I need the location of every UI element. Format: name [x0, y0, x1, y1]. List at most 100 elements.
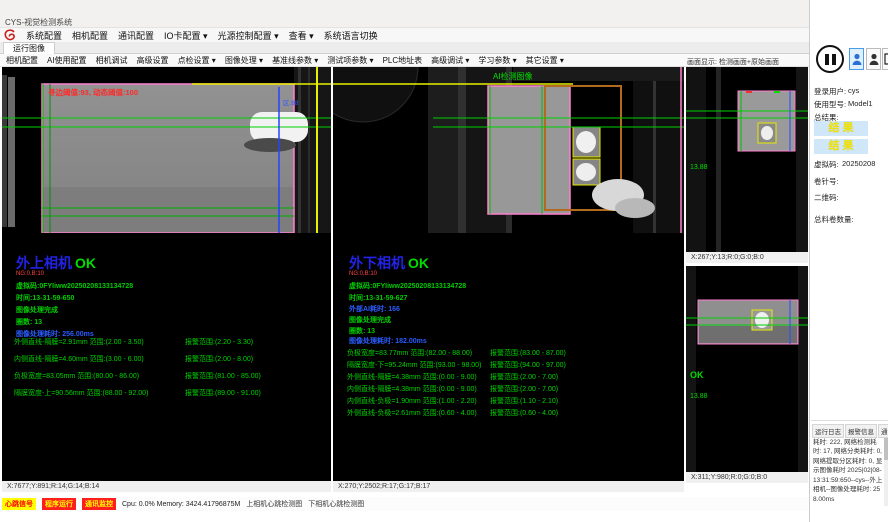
menu-item-io-config[interactable]: IO卡配置 ▾	[164, 29, 208, 42]
ng-info: NG:0,B:10	[16, 271, 44, 277]
barcode-line: 虚拟码:0FYIiww20250208133134728	[349, 281, 466, 291]
result-ok-badge: OK	[408, 255, 429, 271]
pause-icon	[825, 54, 829, 65]
user-manage-button[interactable]	[866, 48, 881, 70]
count-line: 圈数: 13	[349, 326, 375, 336]
model-label: 使用型号:	[814, 99, 846, 110]
tool-camera-debug[interactable]: 相机调试	[96, 55, 128, 66]
pixel-coords-bottom-right: X:311;Y:980;R:0;G:0;B:0	[686, 472, 808, 483]
log-tab-run[interactable]: 运行日志	[812, 424, 844, 438]
qr-code-label: 二维码:	[814, 192, 839, 203]
count-line: 圈数: 13	[16, 317, 42, 327]
measurement-row: 隔膜宽度-上=90.56mm 范围:(88.00 - 92.00)报警范围:(8…	[14, 388, 331, 398]
pixel-coords-middle: X:270;Y:2502;R:17;G:17;B:17	[333, 481, 684, 492]
log-tab-comm[interactable]: 通讯信息	[878, 424, 888, 438]
window-title: CYS-视觉检测系统	[5, 17, 72, 28]
result-box: 结 果	[814, 139, 868, 154]
log-output: 耗时: 222, 网络检测耗时: 17, 网络分类耗时: 0, 网络提取分区耗时…	[813, 438, 883, 504]
user-login-button[interactable]	[849, 48, 864, 70]
lower-camera-heartbeat-link[interactable]: 下相机心跳检测图	[308, 499, 364, 509]
title-bar: CYS-视觉检测系统	[0, 0, 888, 28]
status-line: 图像处理完成	[16, 305, 58, 315]
result-box: 结 果	[814, 121, 868, 136]
right-column-header: 画面显示: 检测画面+原始画面	[687, 57, 779, 67]
total-roll-count-label: 总料卷数量:	[814, 214, 854, 225]
measurement-row: 外侧直线-隔膜=4.38mm 范围:(0.00 - 9.00)报警范围:(2.0…	[347, 372, 667, 382]
proc-time-line: 图像处理耗时: 182.00ms	[349, 336, 427, 346]
camera-view-top-right[interactable]: 13.88 X:267;Y:13;R:0;G:0;B:0	[686, 67, 808, 263]
measure-label: 13.88	[690, 393, 708, 400]
tool-baseline-params[interactable]: 基准线参数 ▾	[272, 55, 318, 66]
login-user-value: cys	[848, 86, 859, 95]
tool-advanced-settings[interactable]: 高级设置	[137, 55, 169, 66]
ai-image-overlay-text: AI检测图像	[493, 71, 533, 81]
menu-item-light-config[interactable]: 光源控制配置 ▾	[218, 29, 279, 42]
measurement-row: 外侧直线-隔膜=2.91mm 范围:(2.00 - 3.50)报警范围:(2.2…	[14, 337, 331, 347]
camera-left-title: 外上相机OK	[16, 253, 96, 273]
menu-item-view[interactable]: 查看 ▾	[289, 29, 314, 42]
menu-item-comm-config[interactable]: 通讯配置	[118, 29, 154, 42]
ng-info: NG:0,B:10	[349, 271, 377, 277]
pixel-coords-left: X:7677;Y:891;R:14;G:14;B:14	[2, 481, 331, 492]
log-tab-alarm[interactable]: 报警信息	[845, 424, 877, 438]
user-icon	[852, 53, 862, 66]
panel-divider	[811, 420, 888, 421]
tool-learning-params[interactable]: 学习参数 ▾	[478, 55, 516, 66]
camera-middle-image: AI检测图像	[333, 67, 684, 233]
pause-icon	[832, 54, 836, 65]
menu-item-language-switch[interactable]: 系统语言切换	[324, 29, 378, 42]
tab-strip: 运行图像	[0, 42, 888, 54]
comm-monitor-badge: 通讯监控	[82, 498, 116, 510]
users-icon	[869, 53, 879, 66]
measurement-row: 外侧直线-负极=2.61mm 范围:(0.60 - 4.00)报警范围:(0.6…	[347, 408, 667, 418]
threshold-overlay-text: 寻边阈值:93, 动态阈值:100	[48, 87, 138, 97]
result-ok-badge: OK	[75, 255, 96, 271]
measurement-row: 内侧直线-隔膜=4.38mm 范围:(0.00 - 9.00)报警范围:(2.0…	[347, 384, 667, 394]
log-tabs: 运行日志 报警信息 通讯信息	[812, 424, 888, 438]
cpu-memory-readout: Cpu: 0.0% Memory: 3424.41796875M	[122, 501, 240, 508]
measurement-row: 内侧直线-负极=1.90mm 范围:(1.00 - 2.20)报警范围:(1.1…	[347, 396, 667, 406]
tool-other-settings[interactable]: 其它设置 ▾	[526, 55, 564, 66]
upper-camera-heartbeat-link[interactable]: 上相机心跳检测图	[246, 499, 302, 509]
measurement-row: 隔膜宽度-下=95.24mm 范围:(93.00 - 98.00)报警范围:(9…	[347, 360, 667, 370]
camera-middle-title: 外下相机OK	[349, 253, 429, 273]
camera-view-bottom-right[interactable]: OK 13.88 X:311;Y:980;R:0;G:0;B:0	[686, 266, 808, 483]
log-scrollbar[interactable]	[884, 438, 888, 506]
pause-button[interactable]	[816, 45, 844, 73]
result-ok-label: OK	[690, 370, 704, 380]
tool-advanced-debug[interactable]: 高级调试 ▾	[431, 55, 469, 66]
measurement-row: 负极宽度=83.77mm 范围:(82.00 - 88.00)报警范围:(83.…	[347, 348, 667, 358]
tool-spot-check[interactable]: 点检设置 ▾	[178, 55, 216, 66]
tab-run-image[interactable]: 运行图像	[3, 42, 55, 54]
tool-test-params[interactable]: 测试项参数 ▾	[327, 55, 373, 66]
virtual-code-label: 虚拟码:	[814, 159, 839, 170]
camera-left-image: 寻边阈值:93, 动态阈值:100 区:88	[2, 67, 331, 233]
app-logo-icon	[4, 29, 16, 41]
menu-item-camera-config[interactable]: 相机配置	[72, 29, 108, 42]
status-bar: 心跳信号 程序运行 通讯监控 Cpu: 0.0% Memory: 3424.41…	[0, 497, 808, 511]
scrollbar-thumb[interactable]	[884, 438, 888, 460]
time-line: 时间:13-31-59-627	[349, 293, 407, 303]
measurement-row: 负极宽度=83.05mm 范围:(80.00 - 86.00)报警范围:(81.…	[14, 371, 331, 381]
tool-image-processing[interactable]: 图像处理 ▾	[225, 55, 263, 66]
menu-item-system-config[interactable]: 系统配置	[26, 29, 62, 42]
menu-bar: 系统配置 相机配置 通讯配置 IO卡配置 ▾ 光源控制配置 ▾ 查看 ▾ 系统语…	[0, 28, 888, 42]
pixel-coords-top-right: X:267;Y:13;R:0;G:0;B:0	[686, 252, 808, 263]
camera-view-left[interactable]: 寻边阈值:93, 动态阈值:100 区:88 外上相机OK NG:0,B:10 …	[2, 67, 331, 492]
tool-plc-address[interactable]: PLC地址表	[383, 55, 423, 66]
login-user-label: 登录用户:	[814, 86, 846, 97]
heartbeat-status-badge: 心跳信号	[2, 498, 36, 510]
ai-time-line: 外部AI耗时: 166	[349, 304, 400, 314]
tool-camera-config[interactable]: 相机配置	[6, 55, 38, 66]
time-line: 时间:13-31-59-650	[16, 293, 74, 303]
camera-top-right-image: 13.88	[686, 67, 808, 252]
measure-label: 13.88	[690, 164, 708, 171]
program-run-badge: 程序运行	[42, 498, 76, 510]
model-value: Model1	[848, 99, 873, 108]
tool-ai-config[interactable]: AI使用配置	[47, 55, 87, 66]
camera-view-middle[interactable]: AI检测图像 外下相机OK NG:0,B:10 虚拟码:0FYIiww20250…	[333, 67, 684, 492]
blue-line-label: 区:88	[283, 99, 299, 107]
status-line: 图像处理完成	[349, 315, 391, 325]
exit-button[interactable]	[882, 48, 888, 70]
measurement-row: 内侧直线-隔膜=4.60mm 范围:(3.00 - 6.00)报警范围:(2.0…	[14, 354, 331, 364]
